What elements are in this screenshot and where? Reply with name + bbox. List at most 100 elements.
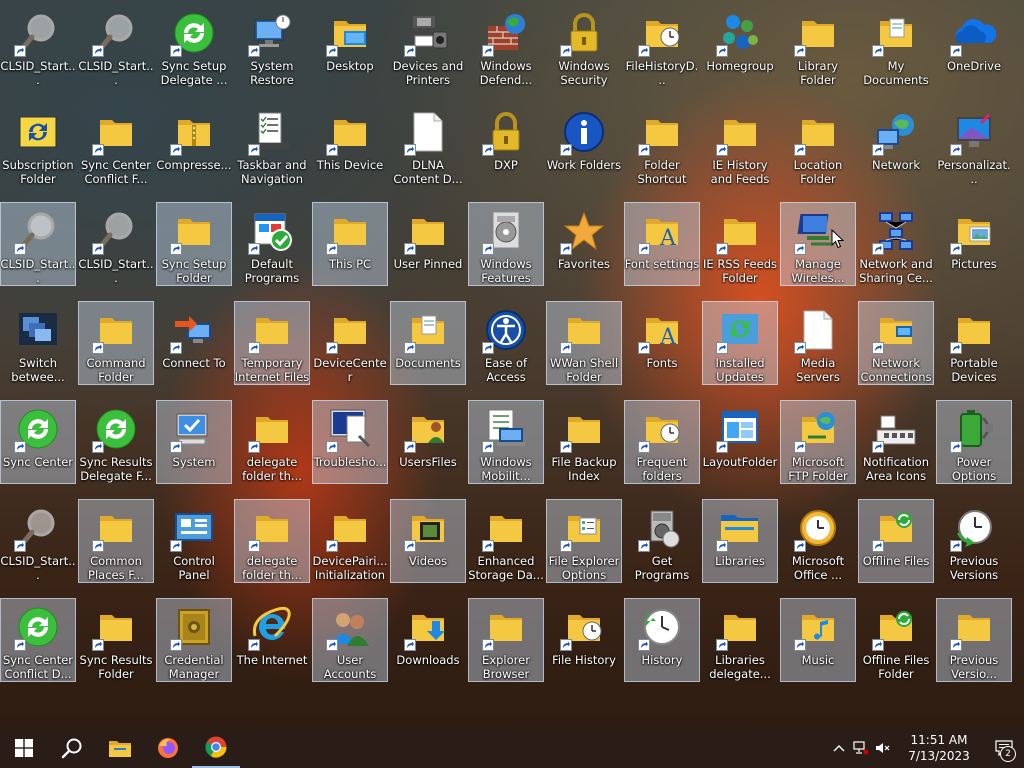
- file-explorer-button[interactable]: [96, 728, 144, 768]
- desktop-icon-delegate-folder-th[interactable]: delegate folder th...: [234, 499, 310, 583]
- desktop[interactable]: CLSID_Start... CLSID_Start... Sync Setup D…: [0, 0, 1024, 728]
- desktop-icon-switch-betwee[interactable]: Switch betwee...: [0, 301, 76, 385]
- desktop-icon-onedrive[interactable]: OneDrive: [936, 4, 1012, 88]
- desktop-icon-sync-center-conflict-f[interactable]: Sync Center Conflict F...: [78, 103, 154, 187]
- desktop-icon-previous-versions[interactable]: Previous Versions: [936, 499, 1012, 583]
- desktop-icon-ie-history-and-feeds-shell[interactable]: IE History and Feeds Shell ...: [702, 103, 778, 187]
- desktop-icon-clsid-start[interactable]: CLSID_Start...: [78, 202, 154, 286]
- desktop-icon-user-accounts[interactable]: User Accounts: [312, 598, 388, 682]
- desktop-icon-windows-features[interactable]: Windows Features: [468, 202, 544, 286]
- desktop-icon-common-places-f[interactable]: Common Places F...: [78, 499, 154, 583]
- desktop-icon-downloads[interactable]: Downloads: [390, 598, 466, 682]
- desktop-icon-clsid-start[interactable]: CLSID_Start...: [0, 4, 76, 88]
- start-button[interactable]: [0, 728, 48, 768]
- desktop-icon-network-and-sharing-ce[interactable]: Network and Sharing Ce...: [858, 202, 934, 286]
- desktop-icon-wwan-shell-folder[interactable]: WWan Shell Folder: [546, 301, 622, 385]
- desktop-icon-devices-and-printers[interactable]: Devices and Printers: [390, 4, 466, 88]
- desktop-icon-microsoft-ftp-folder[interactable]: Microsoft FTP Folder: [780, 400, 856, 484]
- desktop-icon-microsoft-office[interactable]: Microsoft Office ...: [780, 499, 856, 583]
- desktop-icon-desktop[interactable]: Desktop: [312, 4, 388, 88]
- desktop-icon-offline-files[interactable]: Offline Files: [858, 499, 934, 583]
- desktop-icon-file-history[interactable]: File History: [546, 598, 622, 682]
- desktop-icon-sync-setup-delegate[interactable]: Sync Setup Delegate ...: [156, 4, 232, 88]
- desktop-icon-this-device[interactable]: This Device: [312, 103, 388, 187]
- desktop-icon-homegroup[interactable]: Homegroup: [702, 4, 778, 88]
- desktop-icon-clsid-start[interactable]: CLSID_Start...: [0, 499, 76, 583]
- desktop-icon-libraries[interactable]: Libraries: [702, 499, 778, 583]
- desktop-icon-devicecenter-initialization[interactable]: DeviceCenter Initialization: [312, 301, 388, 385]
- desktop-icon-user-pinned[interactable]: User Pinned: [390, 202, 466, 286]
- desktop-icon-sync-setup-folder[interactable]: Sync Setup Folder: [156, 202, 232, 286]
- desktop-icon-ease-of-access-center[interactable]: Ease of Access Center: [468, 301, 544, 385]
- network-tray-button[interactable]: [850, 728, 872, 768]
- desktop-icon-usersfiles[interactable]: UsersFiles: [390, 400, 466, 484]
- desktop-icon-frequent-folders[interactable]: Frequent folders: [624, 400, 700, 484]
- desktop-icon-sync-results-delegate-f[interactable]: Sync Results Delegate F...: [78, 400, 154, 484]
- desktop-icon-layoutfolder[interactable]: LayoutFolder: [702, 400, 778, 484]
- desktop-icon-ie-rss-feeds-folder[interactable]: IE RSS Feeds Folder: [702, 202, 778, 286]
- desktop-icon-sync-center-conflict-d[interactable]: Sync Center Conflict D...: [0, 598, 76, 682]
- desktop-icon-compresse[interactable]: Compresse...: [156, 103, 232, 187]
- desktop-icon-this-pc[interactable]: This PC: [312, 202, 388, 286]
- desktop-icon-windows-defend[interactable]: Windows Defend...: [468, 4, 544, 88]
- desktop-icon-installed-updates[interactable]: Installed Updates: [702, 301, 778, 385]
- desktop-icon-troublesho[interactable]: Troublesho...: [312, 400, 388, 484]
- desktop-icon-previous-versio[interactable]: Previous Versio...: [936, 598, 1012, 682]
- firefox-button[interactable]: [144, 728, 192, 768]
- desktop-icon-command-folder[interactable]: Command Folder: [78, 301, 154, 385]
- desktop-icon-credential-manager[interactable]: Credential Manager: [156, 598, 232, 682]
- desktop-icon-connect-to[interactable]: Connect To: [156, 301, 232, 385]
- desktop-icon-pictures[interactable]: Pictures: [936, 202, 1012, 286]
- desktop-icon-my-documents[interactable]: My Documents: [858, 4, 934, 88]
- action-center-button[interactable]: 2: [984, 728, 1024, 768]
- desktop-icon-work-folders[interactable]: Work Folders: [546, 103, 622, 187]
- desktop-icon-get-programs[interactable]: Get Programs: [624, 499, 700, 583]
- search-button[interactable]: [48, 728, 96, 768]
- desktop-icon-control-panel[interactable]: Control Panel: [156, 499, 232, 583]
- taskbar-clock[interactable]: 11:51 AM 7/13/2023: [894, 732, 984, 764]
- desktop-icon-location-folder[interactable]: Location Folder: [780, 103, 856, 187]
- desktop-icon-personalizat[interactable]: Personalizat...: [936, 103, 1012, 187]
- desktop-icon-history[interactable]: History: [624, 598, 700, 682]
- desktop-icon-system[interactable]: System: [156, 400, 232, 484]
- desktop-icon-libraries-delegate[interactable]: Libraries delegate...: [702, 598, 778, 682]
- desktop-icon-sync-results-folder[interactable]: Sync Results Folder: [78, 598, 154, 682]
- desktop-icon-dxp[interactable]: DXP: [468, 103, 544, 187]
- chrome-button[interactable]: [192, 728, 240, 768]
- volume-tray-button[interactable]: [872, 728, 894, 768]
- desktop-icon-file-backup-index[interactable]: File Backup Index: [546, 400, 622, 484]
- desktop-icon-music[interactable]: Music: [780, 598, 856, 682]
- desktop-icon-system-restore[interactable]: System Restore: [234, 4, 310, 88]
- desktop-icon-fonts[interactable]: A Fonts: [624, 301, 700, 385]
- desktop-icon-favorites[interactable]: Favorites: [546, 202, 622, 286]
- desktop-icon-offline-files-folder[interactable]: Offline Files Folder: [858, 598, 934, 682]
- desktop-icon-documents[interactable]: Documents: [390, 301, 466, 385]
- desktop-icon-power-options[interactable]: Power Options: [936, 400, 1012, 484]
- desktop-icon-file-explorer-options[interactable]: File Explorer Options: [546, 499, 622, 583]
- desktop-icon-explorer-browser-res[interactable]: Explorer Browser Res...: [468, 598, 544, 682]
- desktop-icon-default-programs[interactable]: Default Programs: [234, 202, 310, 286]
- desktop-icon-windows-security[interactable]: Windows Security: [546, 4, 622, 88]
- desktop-icon-filehistoryd[interactable]: FileHistoryD...: [624, 4, 700, 88]
- desktop-icon-network-connections[interactable]: Network Connections: [858, 301, 934, 385]
- desktop-icon-clsid-start[interactable]: CLSID_Start...: [78, 4, 154, 88]
- desktop-icon-videos[interactable]: Videos: [390, 499, 466, 583]
- desktop-icon-font-settings[interactable]: A Font settings: [624, 202, 700, 286]
- desktop-icon-network[interactable]: Network: [858, 103, 934, 187]
- desktop-icon-temporary-internet-files[interactable]: Temporary Internet Files: [234, 301, 310, 385]
- desktop-icon-folder-shortcut[interactable]: Folder Shortcut: [624, 103, 700, 187]
- desktop-icon-media-servers[interactable]: Media Servers: [780, 301, 856, 385]
- desktop-icon-sync-center[interactable]: Sync Center: [0, 400, 76, 484]
- desktop-icon-notification-area-icons[interactable]: Notification Area Icons: [858, 400, 934, 484]
- desktop-icon-dlna-content-d[interactable]: DLNA Content D...: [390, 103, 466, 187]
- desktop-icon-windows-mobilit[interactable]: Windows Mobilit...: [468, 400, 544, 484]
- desktop-icon-taskbar-and-navigation[interactable]: Taskbar and Navigation: [234, 103, 310, 187]
- show-hidden-icons-button[interactable]: [828, 728, 850, 768]
- desktop-icon-delegate-folder-th[interactable]: delegate folder th...: [234, 400, 310, 484]
- desktop-icon-subscription-folder[interactable]: Subscription Folder: [0, 103, 76, 187]
- desktop-icon-devicepairi-initialization[interactable]: DevicePairi... Initialization: [312, 499, 388, 583]
- desktop-icon-enhanced-storage-da[interactable]: Enhanced Storage Da...: [468, 499, 544, 583]
- desktop-icon-the-internet[interactable]: The Internet: [234, 598, 310, 682]
- desktop-icon-clsid-start[interactable]: CLSID_Start...: [0, 202, 76, 286]
- desktop-icon-library-folder[interactable]: Library Folder: [780, 4, 856, 88]
